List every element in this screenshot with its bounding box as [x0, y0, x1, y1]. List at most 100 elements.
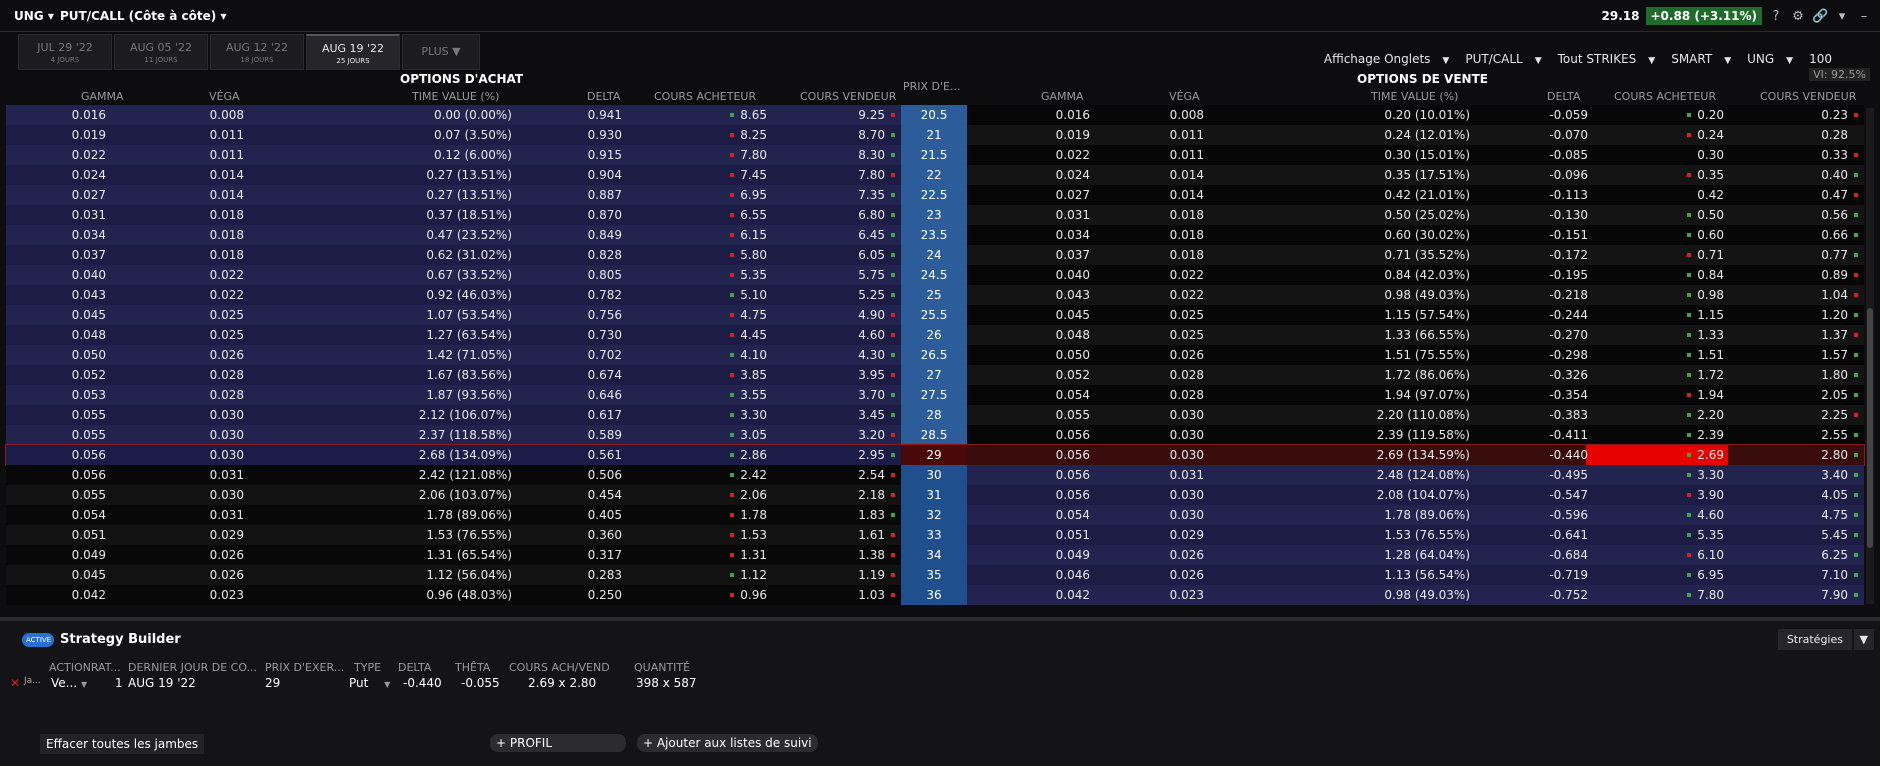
put-ask-cell[interactable]: 5.45	[1724, 525, 1864, 545]
call-ask-cell[interactable]: 3.95	[767, 365, 901, 385]
table-row[interactable]: 0.052 0.028 1.67 (83.56%) 0.674 3.85 3.95 0.05…	[6, 365, 1864, 385]
call-ask-cell[interactable]: 9.25	[767, 105, 901, 125]
call-ask-cell[interactable]: 4.30	[767, 345, 901, 365]
help-icon[interactable]: ?	[1768, 9, 1784, 24]
add-watchlist-button[interactable]: + Ajouter aux listes de suivi	[637, 734, 818, 752]
put-bid-cell[interactable]: 0.24	[1588, 125, 1724, 145]
table-row[interactable]: 0.042 0.023 0.96 (48.03%) 0.250 0.96 1.03 0.04…	[6, 585, 1864, 605]
table-row-selected[interactable]: 0.056 0.030 2.68 (134.09%) 0.561 2.86 2.95 0.0…	[5, 444, 1865, 466]
call-ask-cell[interactable]: 8.70	[767, 125, 901, 145]
put-bid-cell[interactable]: 0.42	[1588, 185, 1724, 205]
call-ask-cell[interactable]: 7.35	[767, 185, 901, 205]
call-ask-cell[interactable]: 5.75	[767, 265, 901, 285]
put-ask-cell[interactable]: 1.80	[1724, 365, 1864, 385]
strike-cell[interactable]: 23.5	[901, 225, 967, 245]
put-timevalue-header[interactable]: TIME VALUE (%)	[1371, 90, 1458, 103]
leg-action-select[interactable]: Ve... ▼	[51, 676, 87, 690]
minimize-icon[interactable]: –	[1856, 9, 1872, 24]
call-bid-cell[interactable]: 4.45	[622, 325, 767, 345]
strike-cell[interactable]: 24	[901, 245, 967, 265]
call-ask-cell[interactable]: 2.54	[767, 465, 901, 485]
put-bid-cell[interactable]: 3.30	[1588, 465, 1724, 485]
call-ask-cell[interactable]: 8.30	[767, 145, 901, 165]
active-toggle[interactable]: ACTIVE	[22, 633, 54, 647]
strike-cell[interactable]: 34	[901, 545, 967, 565]
put-bid-cell[interactable]: 5.35	[1588, 525, 1724, 545]
put-ask-cell[interactable]: 2.80	[1724, 445, 1864, 465]
call-bid-cell[interactable]: 1.78	[622, 505, 767, 525]
clear-legs-button[interactable]: Effacer toutes les jambes	[40, 734, 205, 754]
strike-cell[interactable]: 28	[901, 405, 967, 425]
call-bid-cell[interactable]: 2.06	[622, 485, 767, 505]
call-ask-cell[interactable]: 6.80	[767, 205, 901, 225]
call-ask-cell[interactable]: 4.60	[767, 325, 901, 345]
call-bid-header[interactable]: COURS ACHETEUR	[654, 90, 756, 103]
put-bid-cell[interactable]: 0.71	[1588, 245, 1724, 265]
strategies-button[interactable]: Stratégies	[1777, 629, 1852, 650]
link-icon[interactable]: 🔗	[1812, 9, 1828, 24]
put-bid-cell[interactable]: 6.10	[1588, 545, 1724, 565]
table-row[interactable]: 0.016 0.008 0.00 (0.00%) 0.941 8.65 9.25 0.016…	[6, 105, 1864, 125]
strike-cell[interactable]: 24.5	[901, 265, 967, 285]
strike-cell[interactable]: 33	[901, 525, 967, 545]
call-bid-cell[interactable]: 5.10	[622, 285, 767, 305]
put-ask-cell[interactable]: 0.77	[1724, 245, 1864, 265]
strike-cell[interactable]: 21	[901, 125, 967, 145]
put-bid-cell[interactable]: 0.98	[1588, 285, 1724, 305]
call-timevalue-header[interactable]: TIME VALUE (%)	[412, 90, 499, 103]
call-bid-cell[interactable]: 0.96	[622, 585, 767, 605]
strike-cell[interactable]: 22.5	[901, 185, 967, 205]
put-bid-cell[interactable]: 0.30	[1588, 145, 1724, 165]
put-bid-cell[interactable]: 4.60	[1588, 505, 1724, 525]
strike-cell[interactable]: 27	[901, 365, 967, 385]
strikes-dropdown[interactable]: Tout STRIKES ▼	[1558, 52, 1656, 66]
call-bid-cell[interactable]: 2.86	[622, 445, 767, 465]
call-ask-cell[interactable]: 1.38	[767, 545, 901, 565]
scroll-thumb[interactable]	[1867, 308, 1873, 548]
call-bid-cell[interactable]: 2.42	[622, 465, 767, 485]
table-row[interactable]: 0.027 0.014 0.27 (13.51%) 0.887 6.95 7.35 0.02…	[6, 185, 1864, 205]
leg-strike[interactable]: 29	[265, 676, 280, 690]
put-bid-cell[interactable]: 2.20	[1588, 405, 1724, 425]
table-row[interactable]: 0.019 0.011 0.07 (3.50%) 0.930 8.25 8.70 0.019…	[6, 125, 1864, 145]
strike-cell[interactable]: 28.5	[901, 425, 967, 445]
table-row[interactable]: 0.031 0.018 0.37 (18.51%) 0.870 6.55 6.80 0.03…	[6, 205, 1864, 225]
tab-aug12[interactable]: AUG 12 '22 18 JOURS	[210, 34, 304, 70]
call-bid-cell[interactable]: 7.80	[622, 145, 767, 165]
call-ask-cell[interactable]: 1.83	[767, 505, 901, 525]
call-bid-cell[interactable]: 8.25	[622, 125, 767, 145]
put-bid-cell[interactable]: 0.20	[1588, 105, 1724, 125]
table-row[interactable]: 0.045 0.025 1.07 (53.54%) 0.756 4.75 4.90 0.04…	[6, 305, 1864, 325]
table-row[interactable]: 0.024 0.014 0.27 (13.51%) 0.904 7.45 7.80 0.02…	[6, 165, 1864, 185]
strike-cell[interactable]: 21.5	[901, 145, 967, 165]
put-gamma-header[interactable]: GAMMA	[1041, 90, 1084, 103]
strategies-dropdown-icon[interactable]: ▼	[1853, 629, 1874, 650]
put-ask-cell[interactable]: 1.04	[1724, 285, 1864, 305]
call-bid-cell[interactable]: 6.55	[622, 205, 767, 225]
call-ask-cell[interactable]: 2.95	[767, 445, 901, 465]
call-ask-header[interactable]: COURS VENDEUR	[800, 90, 896, 103]
table-row[interactable]: 0.051 0.029 1.53 (76.55%) 0.360 1.53 1.61 0.05…	[6, 525, 1864, 545]
strike-cell[interactable]: 25	[901, 285, 967, 305]
putcall-dropdown[interactable]: PUT/CALL ▼	[1465, 52, 1541, 66]
call-bid-cell[interactable]: 3.85	[622, 365, 767, 385]
put-bid-cell[interactable]: 0.60	[1588, 225, 1724, 245]
put-ask-cell[interactable]: 6.25	[1724, 545, 1864, 565]
strike-cell[interactable]: 31	[901, 485, 967, 505]
call-bid-cell[interactable]: 5.35	[622, 265, 767, 285]
gear-icon[interactable]: ⚙	[1790, 9, 1806, 24]
strike-cell[interactable]: 26	[901, 325, 967, 345]
put-ask-cell[interactable]: 1.57	[1724, 345, 1864, 365]
strike-cell[interactable]: 20.5	[901, 105, 967, 125]
table-row[interactable]: 0.056 0.031 2.42 (121.08%) 0.506 2.42 2.54 0.0…	[6, 465, 1864, 485]
call-ask-cell[interactable]: 3.70	[767, 385, 901, 405]
table-row[interactable]: 0.050 0.026 1.42 (71.05%) 0.702 4.10 4.30 0.05…	[6, 345, 1864, 365]
call-ask-cell[interactable]: 2.18	[767, 485, 901, 505]
strike-cell[interactable]: 30	[901, 465, 967, 485]
strike-cell[interactable]: 29	[901, 445, 967, 465]
call-bid-cell[interactable]: 6.95	[622, 185, 767, 205]
put-ask-cell[interactable]: 0.33	[1724, 145, 1864, 165]
chevron-down-icon[interactable]: ▾	[1834, 9, 1850, 24]
put-ask-cell[interactable]: 0.66	[1724, 225, 1864, 245]
put-bid-cell[interactable]: 2.39	[1588, 425, 1724, 445]
